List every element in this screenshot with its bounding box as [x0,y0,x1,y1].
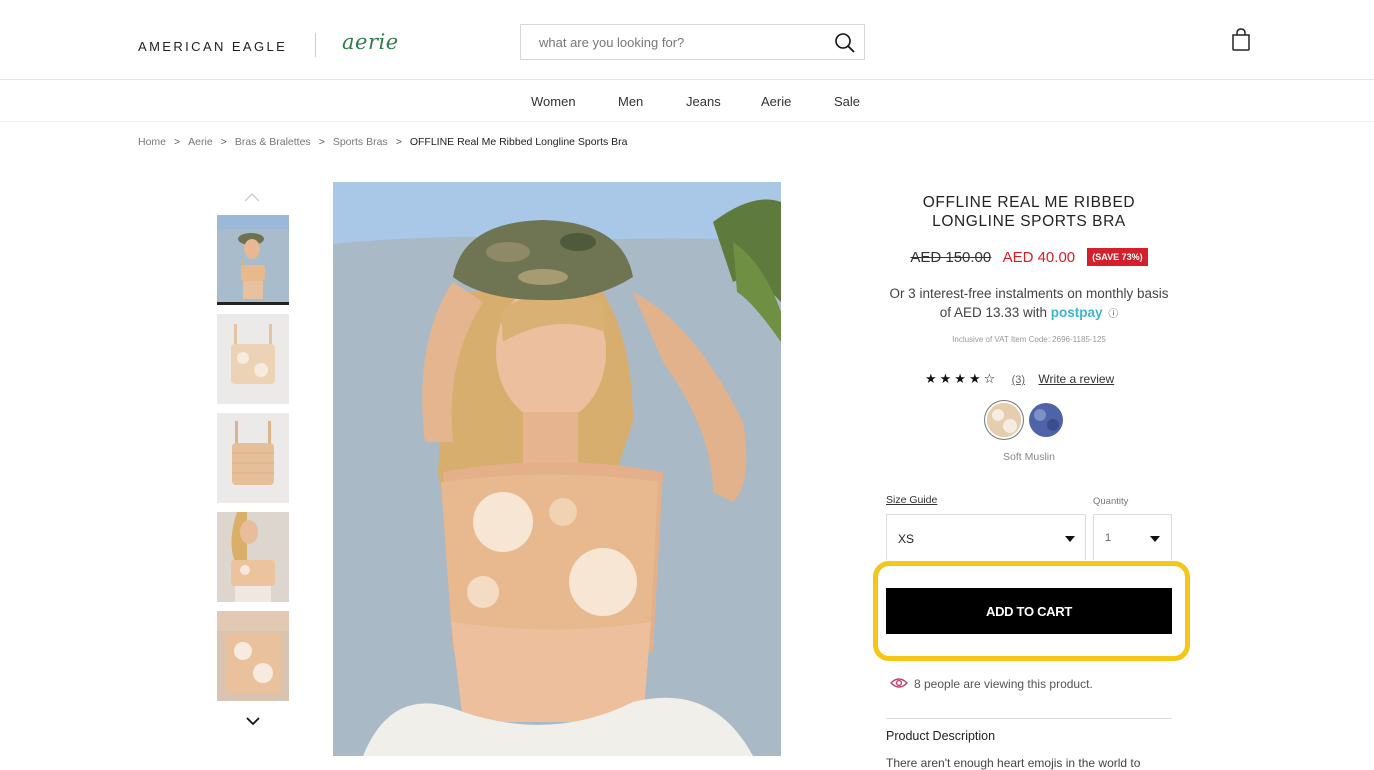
search-box [520,24,865,60]
nav-item-jeans[interactable]: Jeans [686,94,721,109]
postpay-info: Or 3 interest-free instalments on monthl… [886,284,1172,324]
thumbnail-image [217,413,289,503]
nav-item-aerie[interactable]: Aerie [761,94,791,109]
site-header: AMERICAN EAGLE aerie [0,0,1374,80]
breadcrumb-aerie[interactable]: Aerie [188,136,213,148]
swatch-pattern [987,403,1021,437]
breadcrumb-current: OFFLINE Real Me Ribbed Longline Sports B… [409,136,628,148]
eye-icon [890,678,908,688]
write-review-link[interactable]: Write a review [1038,372,1114,386]
main-nav: Women Men Jeans Aerie Sale [0,80,1374,122]
american-eagle-logo[interactable]: AMERICAN EAGLE [138,39,287,54]
viewers-text: 8 people are viewing this product. [914,677,1093,691]
color-swatch-soft-muslin[interactable] [987,403,1021,437]
thumbnail-image [217,512,289,602]
product-description-text: There aren't enough heart emojis in the … [886,756,1141,770]
add-to-cart-button[interactable]: ADD TO CART [886,588,1172,634]
breadcrumb-separator: > [395,136,402,148]
breadcrumb-bras[interactable]: Bras & Bralettes [235,136,311,148]
selected-color-name: Soft Muslin [1003,451,1055,463]
product-photo [333,182,781,756]
nav-item-women[interactable]: Women [531,94,576,109]
breadcrumb-separator: > [318,136,325,148]
product-description-heading[interactable]: Product Description [886,729,995,743]
thumbnail-image [217,215,289,302]
review-count[interactable]: (3) [1012,374,1025,386]
nav-item-men[interactable]: Men [618,94,643,109]
viewers-notice: 8 people are viewing this product. [890,677,1093,691]
quantity-select[interactable]: 1 [1093,514,1172,560]
thumbnail-image [217,314,289,404]
aerie-logo[interactable]: aerie [342,30,399,54]
rating-stars: ★★★★☆ [925,371,999,386]
original-price: AED 150.00 [910,249,992,266]
sale-price: AED 40.00 [1002,249,1076,266]
size-select[interactable]: XS [886,514,1086,560]
bag-icon[interactable] [1230,28,1252,52]
nav-item-sale[interactable]: Sale [834,94,860,109]
size-guide-link[interactable]: Size Guide [886,494,937,506]
divider [886,718,1172,719]
breadcrumb-home[interactable]: Home [138,136,166,148]
breadcrumb-separator: > [174,136,181,148]
rating-row: ★★★★☆ (3) Write a review [925,371,1114,387]
vat-item-code: Inclusive of VAT Item Code: 2696-1185-12… [952,335,1106,344]
logo-divider [315,33,316,57]
search-icon[interactable] [834,32,856,54]
swatch-pattern [1029,403,1063,437]
quantity-label: Quantity [1093,496,1129,507]
breadcrumb: Home > Aerie > Bras & Bralettes > Sports Bras >… [138,136,628,148]
quantity-value: 1 [1105,532,1112,544]
search-input[interactable] [521,25,821,59]
thumbnail-5[interactable] [217,611,289,701]
breadcrumb-separator: > [220,136,227,148]
thumbnail-1[interactable] [217,215,289,305]
caret-down-icon [1150,536,1160,542]
thumbnail-3[interactable] [217,413,289,503]
chevron-up-icon[interactable] [244,192,260,202]
postpay-logo: postpay [1050,305,1103,320]
size-value: XS [898,532,915,546]
main-product-image[interactable] [333,182,781,756]
breadcrumb-sports-bras[interactable]: Sports Bras [333,136,388,148]
chevron-down-icon[interactable] [246,716,260,726]
thumbnail-image [217,611,289,701]
caret-down-icon [1065,536,1075,542]
price-row: AED 150.00 AED 40.00 (SAVE 73%) [886,248,1172,266]
thumbnail-2[interactable] [217,314,289,404]
postpay-installment-text: Or 3 interest-free instalments on monthl… [889,286,1169,320]
product-title: OFFLINE REAL ME RIBBED LONGLINE SPORTS B… [922,194,1136,230]
thumbnail-4[interactable] [217,512,289,602]
save-badge: (SAVE 73%) [1087,248,1148,266]
info-icon[interactable]: ⓘ [1108,305,1118,324]
color-swatch-blue[interactable] [1029,403,1063,437]
